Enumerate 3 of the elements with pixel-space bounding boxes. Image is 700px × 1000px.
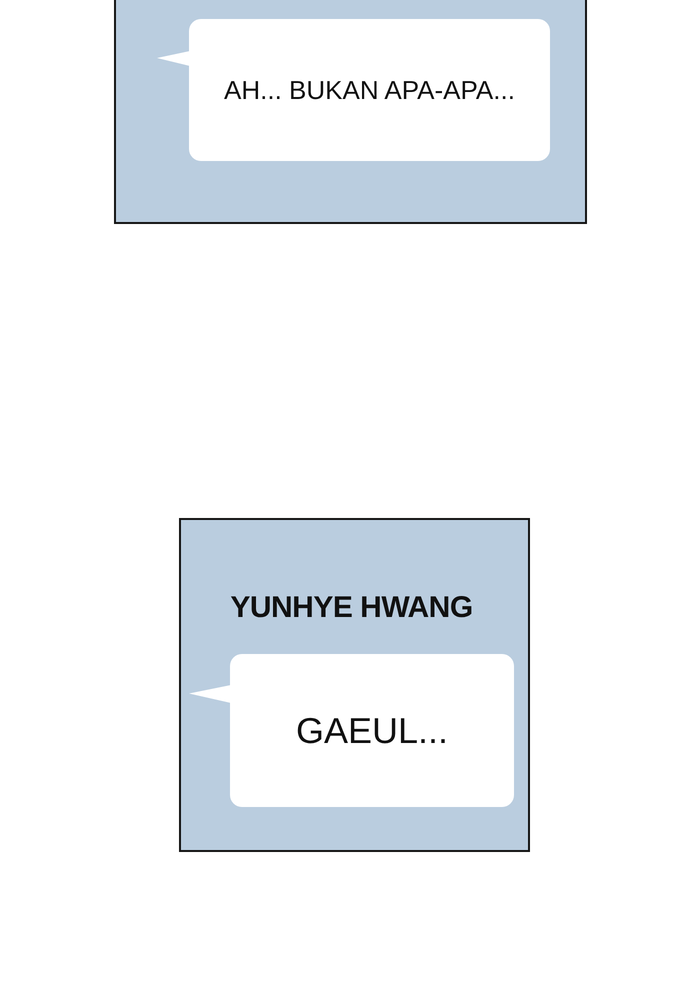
speaker-name: YUNHYE HWANG	[230, 593, 473, 623]
dialogue-text: GAEUL...	[296, 710, 448, 750]
dialogue-text: AH... BUKAN APA-APA...	[224, 76, 515, 104]
